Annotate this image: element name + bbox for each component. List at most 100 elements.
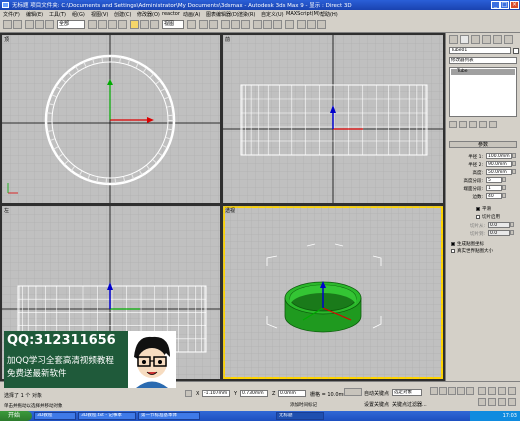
quick-render-icon[interactable] — [307, 20, 316, 29]
add-time-tag[interactable]: 添加时间标记 — [290, 402, 317, 408]
motion-tab-icon[interactable] — [482, 35, 491, 44]
menu-rendering[interactable]: 渲染(R) — [238, 11, 255, 18]
menu-customize[interactable]: 自定义(U) — [261, 11, 284, 18]
key-icon[interactable] — [344, 388, 362, 396]
maximize-button[interactable]: □ — [500, 1, 509, 9]
top-viewport[interactable]: 顶 — [2, 35, 220, 203]
menu-file[interactable]: 文件(F) — [3, 11, 20, 18]
object-name-field[interactable]: Tube01 — [449, 47, 511, 54]
minimize-button[interactable]: _ — [491, 1, 500, 9]
unlink-icon[interactable] — [35, 20, 44, 29]
selection-filter-dropdown[interactable]: 全部 — [57, 20, 85, 29]
select-object-icon[interactable] — [88, 20, 97, 29]
menu-tools[interactable]: 工具(T) — [49, 11, 66, 18]
min-max-toggle-icon[interactable] — [508, 398, 516, 406]
real-world-checkbox[interactable] — [451, 249, 455, 253]
pivot-center-icon[interactable] — [187, 20, 196, 29]
top-viewport-label[interactable]: 顶 — [4, 36, 9, 43]
close-button[interactable]: × — [510, 1, 519, 9]
menu-create[interactable]: 创建(C) — [114, 11, 131, 18]
sides-field[interactable]: 40 — [486, 193, 502, 199]
maximize-viewport-icon[interactable] — [508, 387, 516, 395]
percent-snap-icon[interactable] — [241, 20, 250, 29]
hierarchy-tab-icon[interactable] — [471, 35, 480, 44]
modify-tab-icon[interactable] — [460, 35, 469, 44]
utilities-tab-icon[interactable] — [504, 35, 513, 44]
menu-modifiers[interactable]: 修改器(O) — [137, 11, 160, 18]
key-mode-dropdown[interactable]: 选定对象 — [392, 389, 422, 396]
arc-rotate-icon[interactable] — [498, 398, 506, 406]
height-spinner[interactable] — [512, 169, 516, 174]
menu-group[interactable]: 组(G) — [72, 11, 85, 18]
field-of-view-icon[interactable] — [478, 398, 486, 406]
show-end-result-icon[interactable] — [459, 121, 467, 128]
modifier-list-dropdown[interactable]: 修改器列表 — [449, 57, 517, 64]
bind-spacewarp-icon[interactable] — [45, 20, 54, 29]
remove-modifier-icon[interactable] — [479, 121, 487, 128]
radius1-spinner[interactable] — [512, 153, 516, 158]
menu-graph-editors[interactable]: 图表编辑器(D) — [206, 11, 239, 18]
create-tab-icon[interactable] — [449, 35, 458, 44]
align-icon[interactable] — [209, 20, 218, 29]
object-color-swatch[interactable] — [513, 48, 519, 54]
window-crossing-icon[interactable] — [118, 20, 127, 29]
menu-views[interactable]: 视图(V) — [91, 11, 108, 18]
menu-reactor[interactable]: reactor — [162, 11, 180, 17]
set-key-button[interactable]: 设置关键点 — [364, 401, 389, 408]
gen-mapping-checkbox[interactable] — [451, 242, 455, 246]
next-frame-icon[interactable] — [457, 387, 465, 395]
task-notepad[interactable]: 3D教程.txt - 记事本 — [78, 412, 136, 420]
play-icon[interactable] — [448, 387, 456, 395]
material-editor-icon[interactable] — [285, 20, 294, 29]
render-setup-icon[interactable] — [297, 20, 306, 29]
menu-maxscript[interactable]: MAXScript(M) — [286, 11, 320, 17]
x-coord-field[interactable]: -1.107mm — [202, 390, 230, 397]
perspective-viewport-label[interactable]: 透视 — [225, 207, 235, 214]
go-to-start-icon[interactable] — [430, 387, 438, 395]
menu-help[interactable]: 帮助(H) — [320, 11, 338, 18]
reference-coord-dropdown[interactable]: 视图 — [162, 20, 184, 29]
front-viewport[interactable]: 前 — [223, 35, 443, 203]
zoom-extents-icon[interactable] — [498, 387, 506, 395]
slice-to-field[interactable]: 0.0 — [488, 230, 510, 236]
front-viewport-label[interactable]: 前 — [225, 36, 230, 43]
modifier-stack-item[interactable]: Tube — [451, 69, 515, 75]
schematic-view-icon[interactable] — [273, 20, 282, 29]
configure-sets-icon[interactable] — [489, 121, 497, 128]
cap-segments-spinner[interactable] — [502, 185, 506, 190]
pin-stack-icon[interactable] — [449, 121, 457, 128]
previous-frame-icon[interactable] — [439, 387, 447, 395]
key-filters-button[interactable]: 关键点过滤器... — [392, 401, 427, 408]
task-lesson[interactable]: 第一节标准基本体 — [138, 412, 200, 420]
slice-from-spinner[interactable] — [510, 222, 514, 227]
sides-spinner[interactable] — [502, 193, 506, 198]
slice-on-checkbox[interactable] — [476, 215, 480, 219]
radius2-field[interactable]: 90.0mm — [486, 161, 512, 167]
select-by-name-icon[interactable] — [98, 20, 107, 29]
redo-icon[interactable] — [13, 20, 22, 29]
menu-edit[interactable]: 编辑(E) — [26, 11, 43, 18]
start-button[interactable]: 开始 — [0, 411, 32, 421]
left-viewport-label[interactable]: 左 — [4, 207, 9, 214]
select-and-rotate-icon[interactable] — [140, 20, 149, 29]
mirror-icon[interactable] — [199, 20, 208, 29]
go-to-end-icon[interactable] — [466, 387, 474, 395]
zoom-icon[interactable] — [478, 387, 486, 395]
auto-key-button[interactable]: 自动关键点 — [364, 390, 389, 397]
pan-icon[interactable] — [488, 398, 496, 406]
y-coord-field[interactable]: 0.730mm — [240, 390, 268, 397]
snap-toggle-icon[interactable] — [221, 20, 230, 29]
parameters-rollout[interactable]: 参数 — [449, 141, 517, 148]
render-last-icon[interactable] — [317, 20, 326, 29]
slice-to-spinner[interactable] — [510, 230, 514, 235]
zoom-all-icon[interactable] — [488, 387, 496, 395]
perspective-viewport[interactable]: 透视 — [223, 206, 443, 379]
height-field[interactable]: 50.0mm — [486, 169, 512, 175]
slice-from-field[interactable]: 0.0 — [488, 222, 510, 228]
display-tab-icon[interactable] — [493, 35, 502, 44]
curve-editor-icon[interactable] — [263, 20, 272, 29]
height-segments-spinner[interactable] — [502, 177, 506, 182]
undo-icon[interactable] — [3, 20, 12, 29]
task-3d-tutorial[interactable]: 3D教程 — [34, 412, 76, 420]
lock-selection-icon[interactable] — [185, 390, 192, 397]
